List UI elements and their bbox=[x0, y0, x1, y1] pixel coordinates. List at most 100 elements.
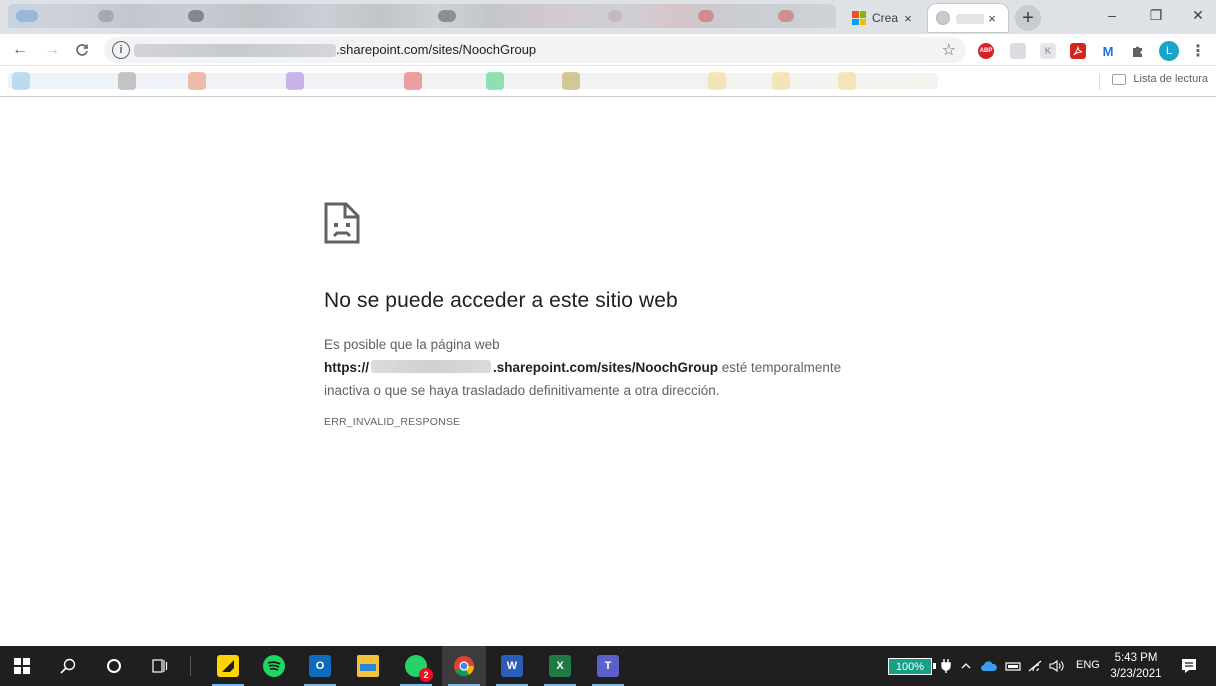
action-center-icon[interactable] bbox=[1180, 657, 1198, 675]
wifi-icon[interactable] bbox=[1026, 657, 1044, 675]
browser-window: Crea × × + – ❐ ✕ ← → i .sharepoint.com/s… bbox=[0, 0, 1216, 686]
sad-document-icon bbox=[324, 202, 360, 244]
restore-button[interactable]: ❐ bbox=[1134, 0, 1178, 30]
taskbar-excel[interactable]: X bbox=[538, 646, 582, 686]
bookmark-icon[interactable] bbox=[562, 72, 580, 90]
extensions-puzzle-icon[interactable] bbox=[1130, 43, 1146, 59]
tab-crea[interactable]: Crea × bbox=[844, 4, 924, 32]
taskbar-file-explorer[interactable] bbox=[346, 646, 390, 686]
reading-list-icon bbox=[1112, 73, 1127, 85]
browser-menu-icon[interactable]: ⋮ bbox=[1190, 43, 1206, 60]
redacted-subdomain bbox=[371, 360, 491, 373]
search-icon bbox=[60, 658, 76, 674]
taskbar-whatsapp[interactable]: 2 bbox=[394, 646, 438, 686]
error-code: ERR_INVALID_RESPONSE bbox=[324, 416, 461, 428]
taskbar-word[interactable]: W bbox=[490, 646, 534, 686]
close-window-button[interactable]: ✕ bbox=[1176, 0, 1216, 30]
taskbar-sticky-notes[interactable] bbox=[206, 646, 250, 686]
cortana-button[interactable] bbox=[92, 646, 136, 686]
error-line-3: inactiva o que se haya trasladado defini… bbox=[324, 383, 720, 398]
bookmark-icon[interactable] bbox=[188, 72, 206, 90]
globe-icon bbox=[936, 11, 950, 25]
reading-list-label: Lista de lectura bbox=[1133, 73, 1208, 85]
tab-title bbox=[956, 11, 984, 25]
clock-date: 3/23/2021 bbox=[1110, 668, 1162, 680]
taskbar-outlook[interactable]: O bbox=[298, 646, 342, 686]
address-bar[interactable]: i .sharepoint.com/sites/NoochGroup ☆ bbox=[104, 37, 966, 63]
teams-icon: T bbox=[597, 655, 619, 677]
notification-badge: 2 bbox=[419, 668, 433, 682]
file-explorer-icon bbox=[357, 655, 379, 677]
clock-time: 5:43 PM bbox=[1114, 652, 1158, 664]
tab-close-icon[interactable]: × bbox=[900, 10, 916, 26]
windows-logo-icon bbox=[14, 658, 30, 674]
outlook-icon: O bbox=[309, 655, 331, 677]
search-button[interactable] bbox=[46, 646, 90, 686]
browser-toolbar: ← → i .sharepoint.com/sites/NoochGroup ☆… bbox=[0, 34, 1216, 66]
profile-avatar[interactable]: L bbox=[1159, 41, 1179, 61]
network-device-icon[interactable] bbox=[1004, 657, 1022, 675]
error-url-suffix: .sharepoint.com/sites/NoochGroup bbox=[493, 360, 719, 375]
error-line-2: https:// .sharepoint.com/sites/NoochGroup… bbox=[324, 356, 884, 379]
error-line-2-tail: esté temporalmente bbox=[718, 360, 842, 375]
tab-active[interactable]: × bbox=[928, 4, 1008, 32]
blurred-tabs[interactable] bbox=[8, 4, 836, 28]
error-description: Es posible que la página web https:// .sh… bbox=[324, 333, 884, 402]
task-view-button[interactable] bbox=[138, 646, 182, 686]
system-clock[interactable]: 5:43 PM 3/23/2021 bbox=[1106, 650, 1166, 682]
bookmark-icon[interactable] bbox=[838, 72, 856, 90]
battery-indicator[interactable]: 100% bbox=[888, 658, 936, 675]
taskbar-chrome[interactable] bbox=[442, 646, 486, 686]
bookmark-icon[interactable] bbox=[486, 72, 504, 90]
bookmark-icon[interactable] bbox=[118, 72, 136, 90]
bookmark-star-icon[interactable]: ☆ bbox=[942, 40, 956, 60]
word-icon: W bbox=[501, 655, 523, 677]
site-info-icon[interactable]: i bbox=[112, 41, 130, 59]
task-view-icon bbox=[152, 659, 168, 673]
malwarebytes-icon[interactable]: M bbox=[1100, 43, 1116, 59]
bookmark-icon[interactable] bbox=[404, 72, 422, 90]
new-tab-button[interactable]: + bbox=[1015, 5, 1041, 31]
microsoft-logo-icon bbox=[852, 11, 866, 25]
bookmark-icon[interactable] bbox=[772, 72, 790, 90]
tab-title: Crea bbox=[872, 11, 899, 25]
address-text[interactable]: .sharepoint.com/sites/NoochGroup bbox=[336, 42, 536, 57]
redacted-subdomain bbox=[134, 44, 336, 57]
extension-k-icon[interactable]: K bbox=[1040, 43, 1056, 59]
bookmarks-divider bbox=[1099, 74, 1100, 90]
reload-icon bbox=[76, 44, 88, 56]
bookmark-icon[interactable] bbox=[286, 72, 304, 90]
page-content: No se puede acceder a este sitio web Es … bbox=[0, 97, 1216, 646]
blurred-bookmarks bbox=[8, 73, 938, 89]
onedrive-icon[interactable] bbox=[980, 657, 998, 675]
minimize-button[interactable]: – bbox=[1090, 0, 1134, 30]
extension-task-icon[interactable] bbox=[1010, 43, 1026, 59]
show-hidden-icons-chevron-icon[interactable] bbox=[958, 657, 974, 675]
bookmark-icon[interactable] bbox=[12, 72, 30, 90]
taskbar-separator bbox=[190, 656, 191, 676]
excel-icon: X bbox=[549, 655, 571, 677]
bookmark-icon[interactable] bbox=[708, 72, 726, 90]
cortana-icon bbox=[107, 659, 121, 673]
chrome-icon bbox=[454, 656, 475, 677]
tab-close-icon[interactable]: × bbox=[984, 10, 1000, 26]
taskbar-spotify[interactable] bbox=[252, 646, 296, 686]
volume-icon[interactable] bbox=[1048, 657, 1066, 675]
reload-button[interactable] bbox=[70, 38, 94, 62]
back-button[interactable]: ← bbox=[8, 38, 32, 62]
error-url-prefix: https:// bbox=[324, 360, 369, 375]
adobe-pdf-icon[interactable] bbox=[1070, 43, 1086, 59]
tab-strip: Crea × × + – ❐ ✕ bbox=[0, 0, 1216, 34]
adblock-plus-icon[interactable]: ABP bbox=[978, 43, 994, 59]
taskbar-teams[interactable]: T bbox=[586, 646, 630, 686]
spotify-icon bbox=[263, 655, 285, 677]
sticky-notes-icon bbox=[217, 655, 239, 677]
error-line-1: Es posible que la página web bbox=[324, 337, 500, 352]
input-language[interactable]: ENG bbox=[1076, 659, 1100, 671]
power-plug-icon[interactable] bbox=[940, 657, 952, 675]
error-title: No se puede acceder a este sitio web bbox=[324, 289, 678, 312]
whatsapp-icon: 2 bbox=[405, 655, 433, 682]
forward-button[interactable]: → bbox=[40, 38, 64, 62]
reading-list-button[interactable]: Lista de lectura bbox=[1112, 73, 1208, 85]
start-button[interactable] bbox=[0, 646, 44, 686]
